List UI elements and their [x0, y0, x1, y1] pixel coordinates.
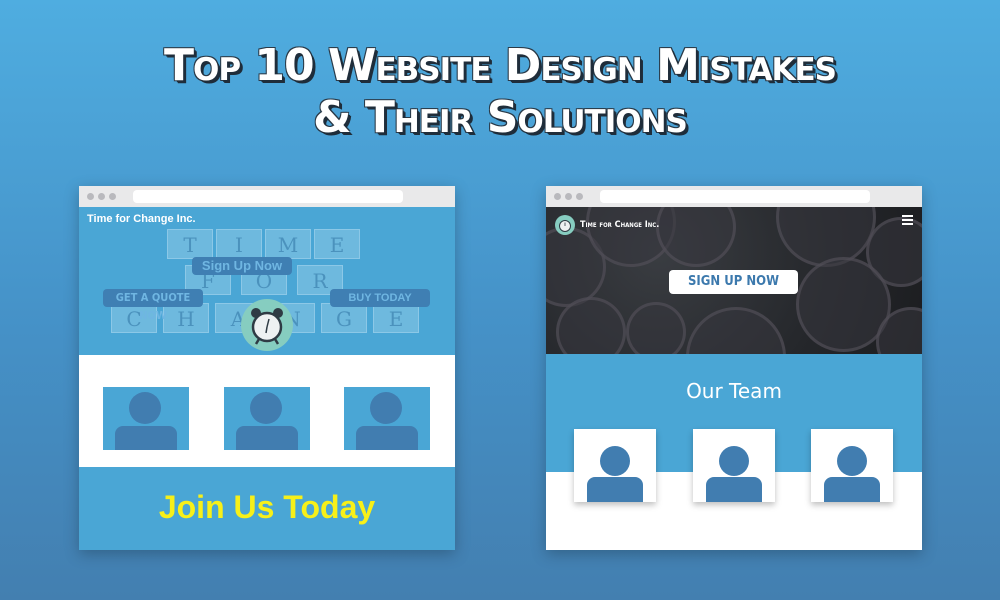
window-dot — [576, 193, 583, 200]
solution-browser-window: Time for Change Inc. SIGN UP NOW Our Tea… — [546, 186, 922, 550]
brand-name: Time for Change Inc. — [580, 220, 660, 230]
avatar-head — [370, 392, 402, 424]
avatar-body — [236, 426, 298, 450]
alarm-clock-icon — [555, 215, 575, 235]
get-quote-button[interactable]: GET A QUOTE NOW — [103, 289, 203, 322]
background-clock — [626, 302, 686, 354]
window-dot — [87, 193, 94, 200]
person-icon — [344, 387, 430, 450]
letter-tile: H — [163, 303, 209, 333]
avatar-head — [250, 392, 282, 424]
brand-name: Time for Change Inc. — [87, 213, 196, 225]
letter-tile: T — [167, 229, 213, 259]
browser-chrome — [79, 186, 455, 207]
window-dot — [565, 193, 572, 200]
avatar-body — [115, 426, 177, 450]
window-controls — [554, 193, 583, 200]
background-clock — [776, 207, 876, 267]
buy-today-button[interactable]: BUY TODAY — [330, 289, 430, 307]
team-title: Our Team — [686, 379, 782, 403]
letter-tile: E — [314, 229, 360, 259]
person-icon — [224, 387, 310, 450]
browser-chrome — [546, 186, 922, 207]
avatar-head — [600, 446, 630, 476]
alarm-clock-icon — [241, 299, 293, 351]
avatar-body — [824, 477, 880, 502]
team-member-card[interactable] — [693, 429, 775, 502]
join-cta-text[interactable]: Join Us Today — [159, 489, 375, 526]
avatar-body — [706, 477, 762, 502]
letter-tile: I — [216, 229, 262, 259]
window-controls — [87, 193, 116, 200]
mistake-team-section — [79, 355, 455, 467]
avatar-body — [356, 426, 418, 450]
person-icon — [103, 387, 189, 450]
window-dot — [109, 193, 116, 200]
letter-tile: G — [321, 303, 367, 333]
background-clock — [556, 297, 626, 354]
letter-tile: E — [373, 303, 419, 333]
avatar-head — [837, 446, 867, 476]
mistake-hero: T I M E F O R C H A N G E Time for Chang… — [79, 207, 455, 355]
headline-line-1: Top 10 Website Design Mistakes — [164, 40, 837, 91]
solution-hero: Time for Change Inc. SIGN UP NOW — [546, 207, 922, 354]
letter-tile: M — [265, 229, 311, 259]
sign-up-button[interactable]: Sign Up Now — [192, 257, 292, 275]
avatar-body — [587, 477, 643, 502]
headline: Top 10 Website Design Mistakes & Their S… — [0, 40, 1000, 144]
join-cta-section: Join Us Today — [79, 467, 455, 550]
hamburger-menu-icon[interactable] — [902, 215, 913, 227]
avatar-head — [129, 392, 161, 424]
team-member-card[interactable] — [811, 429, 893, 502]
address-bar — [133, 190, 403, 203]
address-bar — [600, 190, 870, 203]
background-clock — [686, 307, 786, 354]
background-clock — [656, 207, 736, 267]
mistake-browser-window: T I M E F O R C H A N G E Time for Chang… — [79, 186, 455, 550]
headline-line-2: & Their Solutions — [313, 92, 688, 143]
avatar-head — [719, 446, 749, 476]
window-dot — [554, 193, 561, 200]
sign-up-button[interactable]: SIGN UP NOW — [669, 270, 798, 294]
team-member-card[interactable] — [574, 429, 656, 502]
window-dot — [98, 193, 105, 200]
